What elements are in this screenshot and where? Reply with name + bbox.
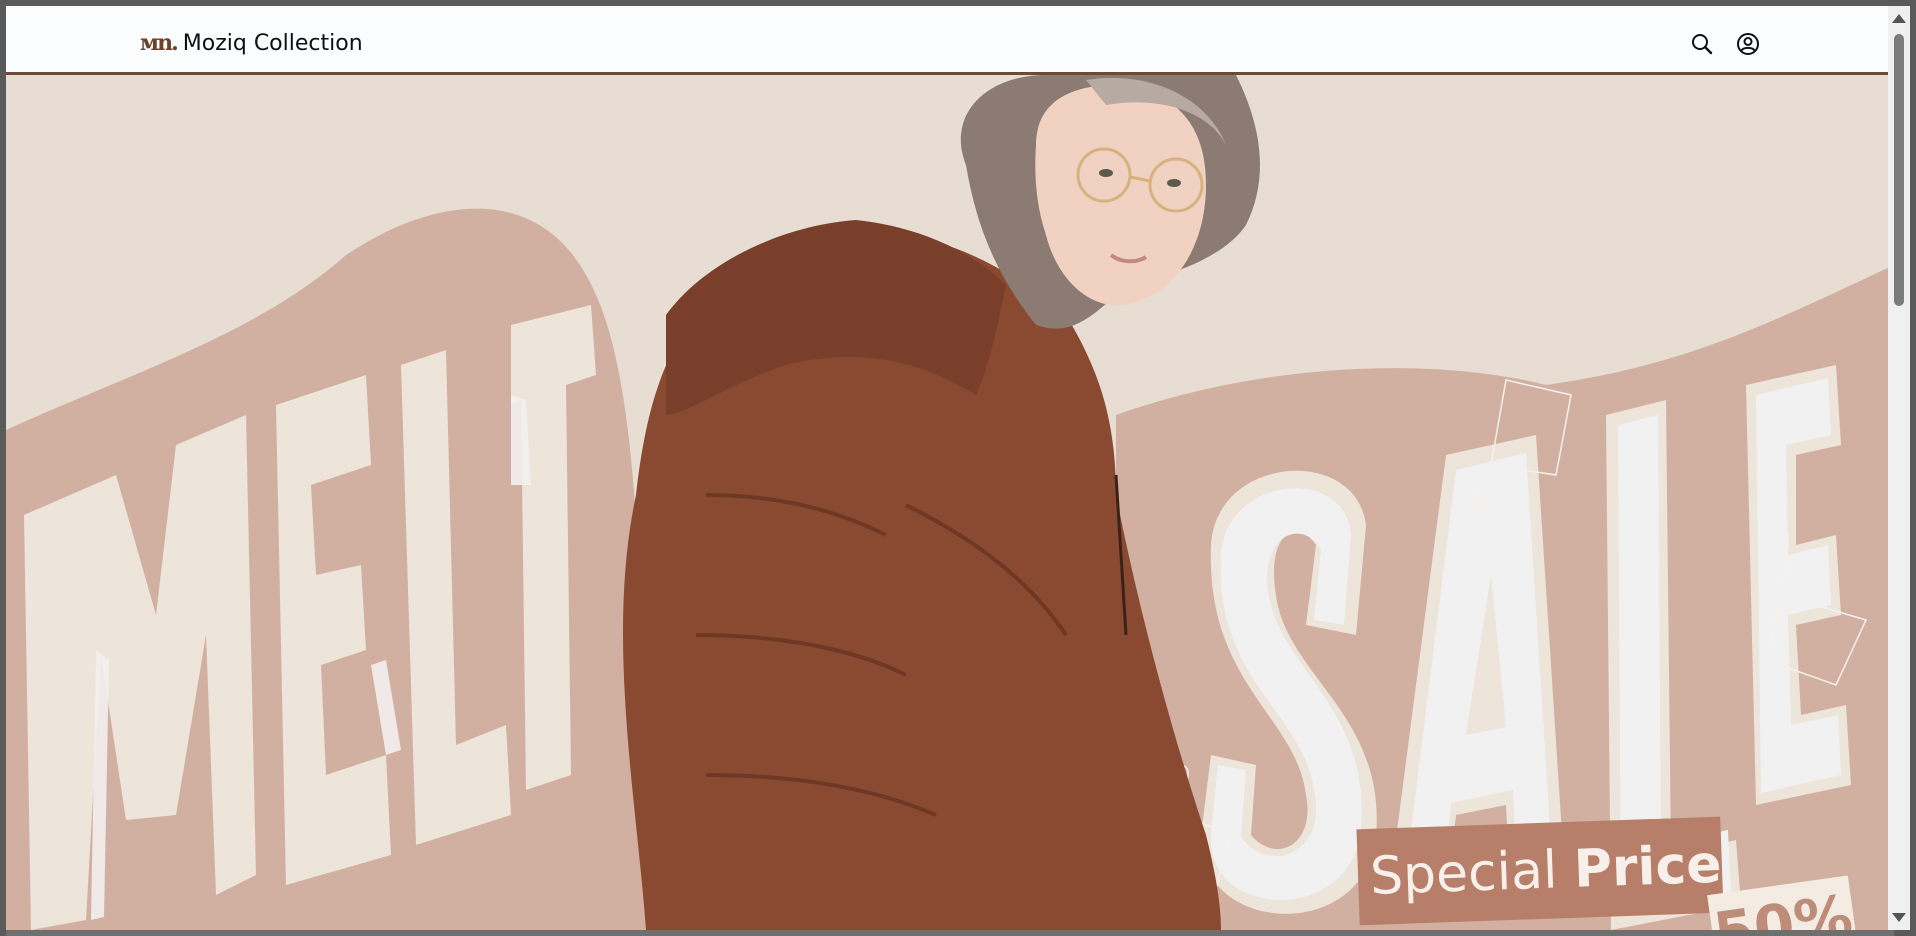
- scroll-thumb[interactable]: [1894, 34, 1904, 306]
- account-button[interactable]: [1734, 30, 1762, 58]
- price-word: Price: [1572, 834, 1723, 900]
- scroll-up-arrow-icon[interactable]: [1892, 14, 1906, 23]
- search-icon: [1692, 34, 1713, 55]
- top-navbar: ᴍn. Moziq Collection: [6, 6, 1894, 75]
- search-button[interactable]: [1688, 30, 1716, 58]
- user-circle-icon: [1737, 33, 1759, 55]
- special-price-banner: Special Price: [1356, 816, 1724, 926]
- brand-logo[interactable]: ᴍn. Moziq Collection: [140, 28, 363, 58]
- browser-window: ᴍn. Moziq Collection Special Price 50%: [6, 6, 1894, 930]
- special-word: Special: [1369, 840, 1559, 907]
- brand-name: Moziq Collection: [182, 30, 363, 56]
- brand-mark: ᴍn.: [140, 30, 179, 56]
- vertical-scrollbar[interactable]: [1888, 6, 1910, 930]
- hero-artwork: [6, 75, 1894, 930]
- scroll-down-arrow-icon[interactable]: [1892, 913, 1906, 922]
- special-price-text: Special Price: [1369, 835, 1722, 907]
- hero-banner[interactable]: Special Price 50%: [6, 75, 1894, 930]
- window-bottom-border: [6, 930, 1894, 936]
